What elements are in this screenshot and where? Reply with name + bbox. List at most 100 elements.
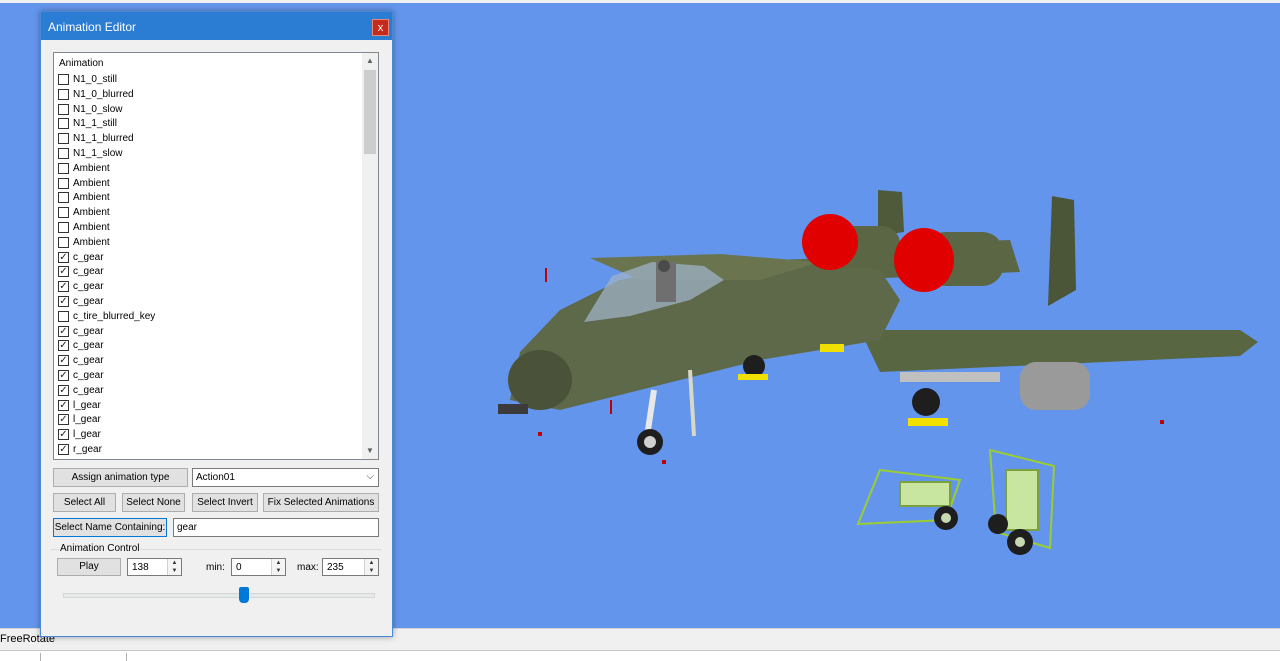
frame-slider-track[interactable] (63, 593, 375, 598)
item-checkbox[interactable]: ✓ (58, 414, 69, 426)
list-scrollbar[interactable]: ▲ ▼ (362, 53, 378, 459)
spin-up-icon[interactable]: ▲ (365, 559, 378, 567)
item-checkbox[interactable] (58, 177, 69, 189)
spin-up-icon[interactable]: ▲ (272, 559, 285, 567)
close-button[interactable]: x (372, 19, 389, 36)
close-icon: x (377, 22, 384, 34)
item-checkbox[interactable] (58, 221, 69, 233)
item-label: Ambient (73, 177, 110, 189)
gun-barrel (498, 404, 528, 414)
max-spinner[interactable]: 235 ▲ ▼ (322, 558, 379, 576)
bottom-status-strip (0, 650, 1280, 661)
spin-down-icon[interactable]: ▼ (272, 567, 285, 575)
item-label: c_gear (73, 281, 104, 293)
item-label: Ambient (73, 207, 110, 219)
dialog-titlebar[interactable]: Animation Editor x (41, 12, 392, 40)
scroll-thumb[interactable] (364, 70, 376, 154)
item-label: c_gear (73, 369, 104, 381)
item-checkbox[interactable] (58, 147, 69, 159)
animation-editor-dialog: Animation Editor x Animation N1_0_still N… (40, 11, 393, 637)
max-label: max: (297, 562, 319, 573)
scroll-up-arrow-icon[interactable]: ▲ (362, 53, 378, 69)
item-checkbox[interactable]: ✓ (58, 369, 69, 381)
item-checkbox[interactable]: ✓ (58, 281, 69, 293)
item-checkbox[interactable] (58, 310, 69, 322)
item-checkbox[interactable] (58, 133, 69, 145)
animation-type-value: Action01 (196, 472, 235, 483)
item-label: N1_1_blurred (73, 133, 134, 145)
item-checkbox[interactable] (58, 74, 69, 85)
select-name-containing-button[interactable]: Select Name Containing: (53, 518, 167, 537)
item-checkbox[interactable]: ✓ (58, 355, 69, 367)
tail-fin-right (1048, 196, 1076, 306)
select-all-button[interactable]: Select All (53, 493, 116, 512)
item-label: c_gear (73, 355, 104, 367)
frame-slider-thumb[interactable] (239, 587, 250, 603)
item-label: c_gear (73, 266, 104, 278)
item-checkbox[interactable]: ✓ (58, 325, 69, 337)
main-wheel-left (743, 355, 765, 377)
wing-pod (1020, 362, 1090, 410)
fix-selected-animations-button[interactable]: Fix Selected Animations (263, 493, 379, 512)
assign-animation-type-button[interactable]: Assign animation type (53, 468, 188, 487)
dialog-title: Animation Editor (48, 20, 137, 34)
item-checkbox[interactable] (58, 88, 69, 100)
item-checkbox[interactable]: ✓ (58, 251, 69, 263)
item-label: l_gear (73, 414, 101, 426)
aircraft-nose (508, 350, 572, 410)
spin-down-icon[interactable]: ▼ (365, 567, 378, 575)
item-checkbox[interactable]: ✓ (58, 266, 69, 278)
item-checkbox[interactable]: ✓ (58, 443, 69, 455)
item-checkbox[interactable] (58, 207, 69, 219)
spin-down-icon[interactable]: ▼ (168, 567, 181, 575)
item-label: Ambient (73, 236, 110, 248)
frame-value: 138 (132, 562, 149, 573)
item-label: Ambient (73, 192, 110, 204)
animation-type-combo[interactable]: Action01 ⌵ (192, 468, 379, 487)
item-label: N1_0_blurred (73, 88, 134, 100)
min-spinner[interactable]: 0 ▲ ▼ (231, 558, 286, 576)
animation-list[interactable]: Animation N1_0_still N1_0_blurred N1_0_slo… (53, 52, 379, 460)
play-button[interactable]: Play (57, 558, 121, 576)
engine-cover-right (894, 228, 954, 292)
item-label: Ambient (73, 162, 110, 174)
item-checkbox[interactable] (58, 192, 69, 204)
scroll-down-arrow-icon[interactable]: ▼ (362, 443, 378, 459)
select-none-button[interactable]: Select None (122, 493, 185, 512)
item-label: c_gear (73, 325, 104, 337)
chevron-down-icon[interactable]: ⌵ (366, 471, 374, 482)
frame-spinner[interactable]: 138 ▲ ▼ (127, 558, 182, 576)
min-label: min: (206, 562, 225, 573)
item-label: c_gear (73, 251, 104, 263)
engine-cover-left (802, 214, 858, 270)
max-value: 235 (327, 562, 344, 573)
item-checkbox[interactable] (58, 162, 69, 174)
item-label: N1_1_still (73, 118, 117, 130)
item-label: N1_0_still (73, 74, 117, 85)
item-label: l_gear (73, 429, 101, 441)
name-filter-input[interactable]: gear (173, 518, 379, 537)
item-checkbox[interactable]: ✓ (58, 384, 69, 396)
animation-control-label: Animation Control (59, 543, 141, 554)
item-checkbox[interactable]: ✓ (58, 429, 69, 441)
missile (900, 372, 1000, 382)
main-wheel-right (912, 388, 940, 416)
item-label: c_gear (73, 295, 104, 307)
item-label: c_gear (73, 340, 104, 352)
spin-up-icon[interactable]: ▲ (168, 559, 181, 567)
item-label: N1_1_slow (73, 147, 123, 159)
select-invert-button[interactable]: Select Invert (192, 493, 258, 512)
name-filter-value: gear (177, 522, 198, 533)
item-label: c_tire_blurred_key (73, 310, 156, 322)
item-label: l_gear (73, 399, 101, 411)
item-label: c_gear (73, 384, 104, 396)
item-checkbox[interactable] (58, 236, 69, 248)
item-checkbox[interactable]: ✓ (58, 399, 69, 411)
item-label: r_gear (73, 443, 102, 455)
animation-list-header: Animation (59, 58, 104, 69)
item-checkbox[interactable] (58, 103, 69, 115)
item-checkbox[interactable]: ✓ (58, 340, 69, 352)
min-value: 0 (236, 562, 242, 573)
item-checkbox[interactable] (58, 118, 69, 130)
item-checkbox[interactable]: ✓ (58, 295, 69, 307)
